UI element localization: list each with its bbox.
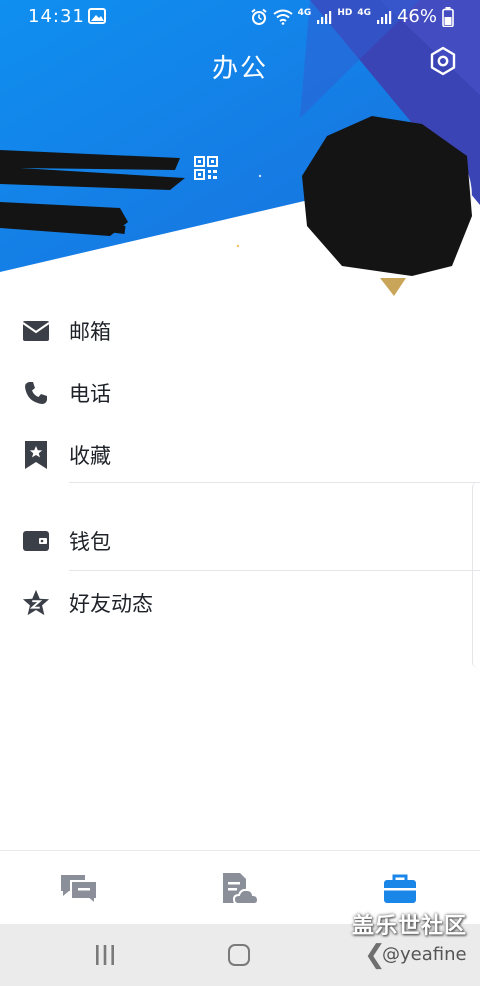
menu-item-favorites[interactable]: 收藏 (0, 424, 480, 486)
friends-feed-star-icon (22, 589, 50, 617)
signal-icon-1 (317, 10, 332, 24)
watermark-brand: 盖乐世社区 (352, 914, 468, 939)
phone-icon (22, 379, 50, 407)
menu-item-label: 电话 (69, 382, 111, 406)
briefcase-icon (384, 874, 416, 903)
gallery-notification-icon (88, 8, 106, 24)
avatar[interactable] (302, 116, 472, 296)
wifi-icon (273, 9, 293, 25)
menu-item-label: 好友动态 (69, 592, 153, 616)
battery-icon (442, 6, 454, 27)
battery-percent: 46% (396, 6, 437, 27)
tab-messages[interactable] (59, 869, 101, 909)
network-type-1: 4G (297, 8, 312, 18)
alarm-icon (251, 8, 267, 25)
messages-icon (61, 875, 98, 905)
mail-icon (22, 317, 50, 345)
qr-code-icon[interactable] (194, 156, 218, 180)
menu-item-wallet[interactable]: 钱包 (0, 510, 480, 572)
settings-hexagon-icon[interactable] (428, 46, 458, 76)
profile-header: 14:31 4G HD 4G 46% 办公 (0, 0, 480, 330)
status-time: 14:31 (28, 6, 85, 27)
signal-icon-2 (376, 10, 392, 24)
side-drawer-edge[interactable] (472, 482, 480, 668)
menu-item-label: 邮箱 (69, 320, 111, 344)
menu-item-phone[interactable]: 电话 (0, 362, 480, 424)
menu-item-mailbox[interactable]: 邮箱 (0, 300, 480, 362)
watermark-handle: @yeafine (382, 944, 467, 965)
bookmark-star-icon (22, 441, 50, 469)
tab-office[interactable] (379, 869, 421, 909)
home-icon[interactable] (228, 944, 250, 966)
docs-cloud-icon (223, 873, 260, 905)
status-bar: 14:31 4G HD 4G 46% (0, 0, 480, 34)
page-title: 办公 (211, 54, 268, 84)
hd-indicator: HD (337, 8, 353, 18)
tab-documents[interactable] (219, 869, 261, 909)
menu-item-label: 钱包 (69, 530, 111, 554)
network-type-2: 4G (357, 8, 371, 18)
redacted-profile-name (0, 150, 185, 236)
menu-divider (69, 482, 480, 483)
status-icons: 4G HD 4G 46% (250, 6, 454, 27)
menu-item-label: 收藏 (69, 444, 111, 468)
menu-divider (69, 570, 480, 571)
menu-item-friends-feed[interactable]: 好友动态 (0, 572, 480, 634)
wallet-icon (22, 527, 50, 555)
recent-apps-icon[interactable] (94, 944, 116, 966)
